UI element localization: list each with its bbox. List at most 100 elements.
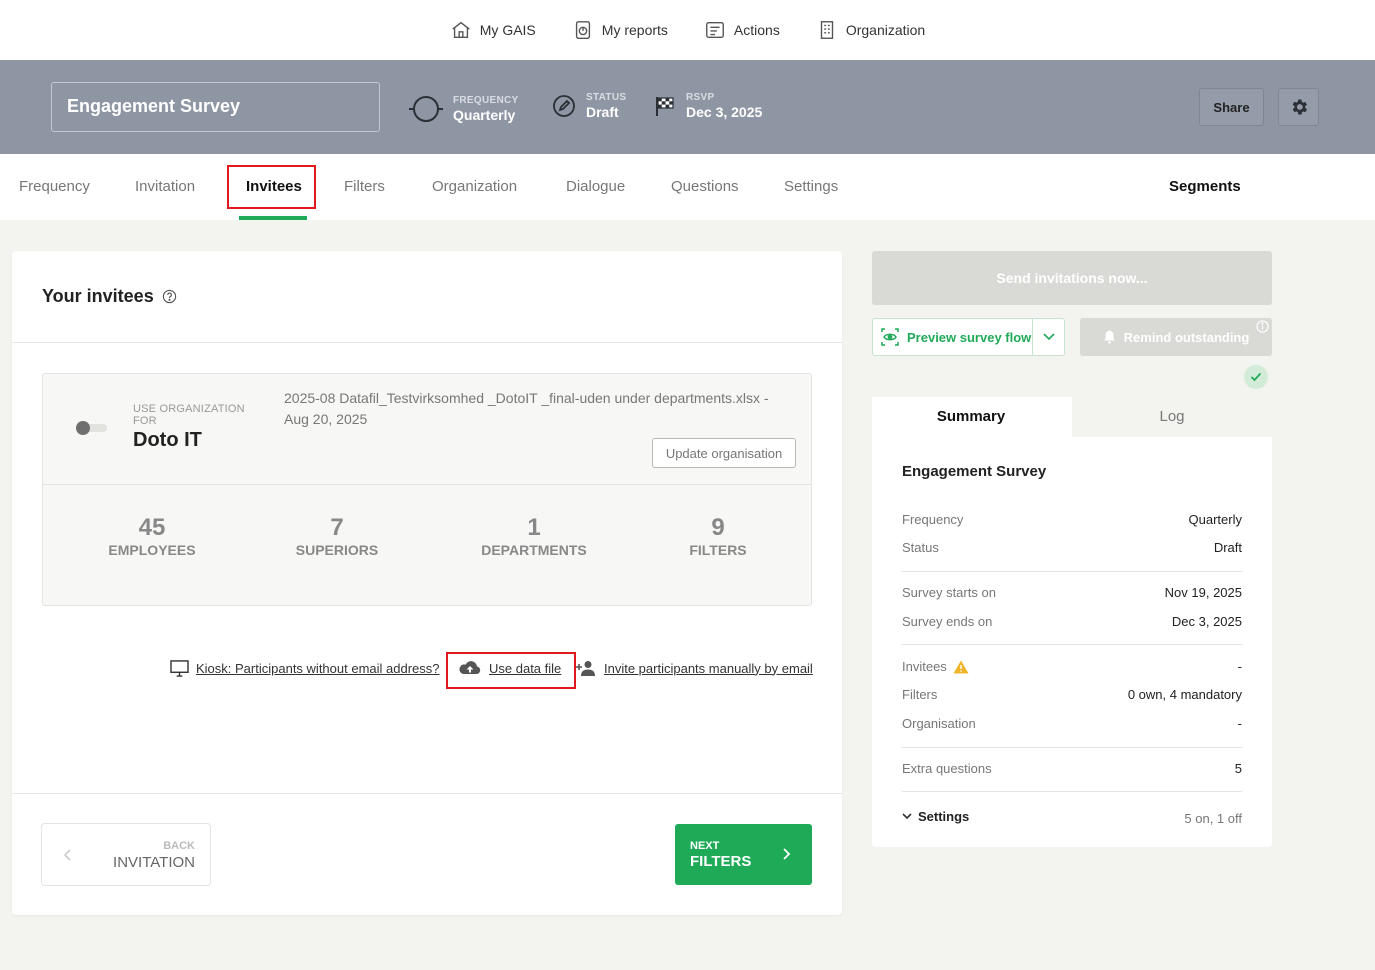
divider xyxy=(902,571,1242,572)
actions-icon xyxy=(705,21,724,39)
chevron-left-icon xyxy=(63,849,71,861)
stat-filters: 9 FILTERS xyxy=(628,514,808,558)
summary-panel: Summary Log Engagement Survey Frequency … xyxy=(872,397,1272,847)
send-invitations-button[interactable]: Send invitations now... xyxy=(872,251,1272,305)
back-small-label: BACK xyxy=(163,840,195,852)
invite-manually-link[interactable]: Invite participants manually by email xyxy=(604,661,813,676)
tab-log[interactable]: Log xyxy=(1072,397,1272,437)
row-key: Organisation xyxy=(902,716,976,731)
settings-row[interactable]: Settings 5 on, 1 off xyxy=(902,807,1242,826)
invitees-card: Your invitees USE ORGANIZATION FOR Doto … xyxy=(12,251,842,915)
row-key: Frequency xyxy=(902,512,964,527)
check-badge xyxy=(1244,365,1268,389)
share-button[interactable]: Share xyxy=(1199,88,1264,126)
chevron-down-icon xyxy=(902,813,912,820)
tab-organization[interactable]: Organization xyxy=(432,154,517,220)
kiosk-link-group: Kiosk: Participants without email addres… xyxy=(170,660,440,677)
preview-dropdown-toggle[interactable] xyxy=(1033,333,1064,341)
rsvp-value: Dec 3, 2025 xyxy=(686,104,763,120)
summary-row: Organisation - xyxy=(902,716,1242,731)
preview-survey-button-group: Preview survey flow xyxy=(872,318,1065,356)
building-icon xyxy=(820,21,834,39)
nav-actions[interactable]: Actions xyxy=(704,19,780,41)
house-icon xyxy=(452,21,470,39)
back-big-label: INVITATION xyxy=(113,854,195,871)
settings-button[interactable] xyxy=(1278,88,1319,126)
nav-my-reports[interactable]: My reports xyxy=(572,19,668,41)
stat-caption: FILTERS xyxy=(689,542,747,558)
stat-caption: SUPERIORS xyxy=(295,542,379,558)
back-button[interactable]: BACK INVITATION xyxy=(41,823,211,886)
row-key: Invitees xyxy=(902,659,969,674)
survey-title-field[interactable]: Engagement Survey xyxy=(51,82,380,132)
frequency-label: FREQUENCY xyxy=(453,95,519,106)
info-icon xyxy=(1256,320,1269,333)
row-key: Status xyxy=(902,540,939,555)
nav-my-gais[interactable]: My GAIS xyxy=(450,19,536,41)
tab-settings[interactable]: Settings xyxy=(784,154,838,220)
nav-label: My GAIS xyxy=(479,22,536,38)
tab-frequency[interactable]: Frequency xyxy=(19,154,90,220)
row-key-text: Invitees xyxy=(902,659,947,674)
tab-questions[interactable]: Questions xyxy=(671,154,739,220)
org-label: USE ORGANIZATION FOR xyxy=(133,403,245,427)
summary-row: Status Draft xyxy=(902,540,1242,555)
preview-survey-button[interactable]: Preview survey flow xyxy=(873,319,1033,355)
monitor-icon xyxy=(170,660,189,677)
divider xyxy=(902,644,1242,645)
circle-icon xyxy=(409,96,443,122)
row-key: Filters xyxy=(902,687,938,702)
divider xyxy=(43,484,811,485)
tab-summary[interactable]: Summary xyxy=(872,397,1070,437)
nav-label: My reports xyxy=(601,22,668,38)
highlight-box-tab xyxy=(227,165,316,209)
tab-segments[interactable]: Segments xyxy=(1169,154,1241,220)
kiosk-link[interactable]: Kiosk: Participants without email addres… xyxy=(196,661,440,676)
summary-title: Engagement Survey xyxy=(902,463,1047,480)
data-file-info: 2025-08 Datafil_Testvirksomhed _DotoIT _… xyxy=(284,390,769,427)
stat-caption: EMPLOYEES xyxy=(108,542,196,558)
help-icon[interactable] xyxy=(162,289,177,304)
stat-departments: 1 DEPARTMENTS xyxy=(444,514,624,558)
summary-row: Survey starts on Nov 19, 2025 xyxy=(902,585,1242,600)
top-navigation: My GAIS My reports Actions Organization xyxy=(0,0,1375,60)
chevron-down-icon xyxy=(1042,333,1055,341)
next-small-label: NEXT xyxy=(690,840,720,852)
manual-invite-link-group: Invite participants manually by email xyxy=(575,660,813,676)
row-key: Survey starts on xyxy=(902,585,996,600)
row-value: 5 xyxy=(1234,761,1242,776)
frequency-value: Quarterly xyxy=(453,107,516,123)
summary-row: Filters 0 own, 4 mandatory xyxy=(902,687,1242,702)
survey-tabs: Frequency Invitation Invitees Filters Or… xyxy=(0,154,1375,220)
next-big-label: FILTERS xyxy=(690,853,752,870)
chevron-right-icon xyxy=(783,848,791,860)
divider xyxy=(12,793,842,794)
divider xyxy=(902,747,1242,748)
remind-outstanding-button[interactable]: Remind outstanding xyxy=(1080,318,1272,356)
stat-superiors: 7 SUPERIORS xyxy=(247,514,427,558)
pencil-circle-icon xyxy=(553,95,575,117)
row-value: Dec 3, 2025 xyxy=(1171,614,1242,629)
active-tab-indicator xyxy=(239,216,307,220)
nav-label: Actions xyxy=(733,22,780,38)
report-icon xyxy=(575,21,590,39)
divider xyxy=(902,791,1242,792)
nav-organization[interactable]: Organization xyxy=(816,19,925,41)
preview-label: Preview survey flow xyxy=(907,329,1032,345)
organization-toggle[interactable] xyxy=(75,421,107,435)
gear-icon xyxy=(1292,99,1307,115)
tab-invitation[interactable]: Invitation xyxy=(135,154,195,220)
row-value: Draft xyxy=(1213,540,1242,555)
stat-number: 45 xyxy=(138,514,166,541)
survey-header: Engagement Survey FREQUENCY Quarterly ST… xyxy=(0,60,1375,154)
status-label: STATUS xyxy=(586,92,627,103)
tab-dialogue[interactable]: Dialogue xyxy=(566,154,625,220)
summary-row: Extra questions 5 xyxy=(902,761,1242,776)
tab-filters[interactable]: Filters xyxy=(344,154,385,220)
summary-row: Frequency Quarterly xyxy=(902,512,1242,527)
update-organisation-button[interactable]: Update organisation xyxy=(652,438,796,468)
stat-caption: DEPARTMENTS xyxy=(481,542,587,558)
next-button[interactable]: NEXT FILTERS xyxy=(675,824,812,885)
stat-number: 9 xyxy=(711,514,725,541)
rsvp-meta: RSVP Dec 3, 2025 xyxy=(654,92,762,120)
